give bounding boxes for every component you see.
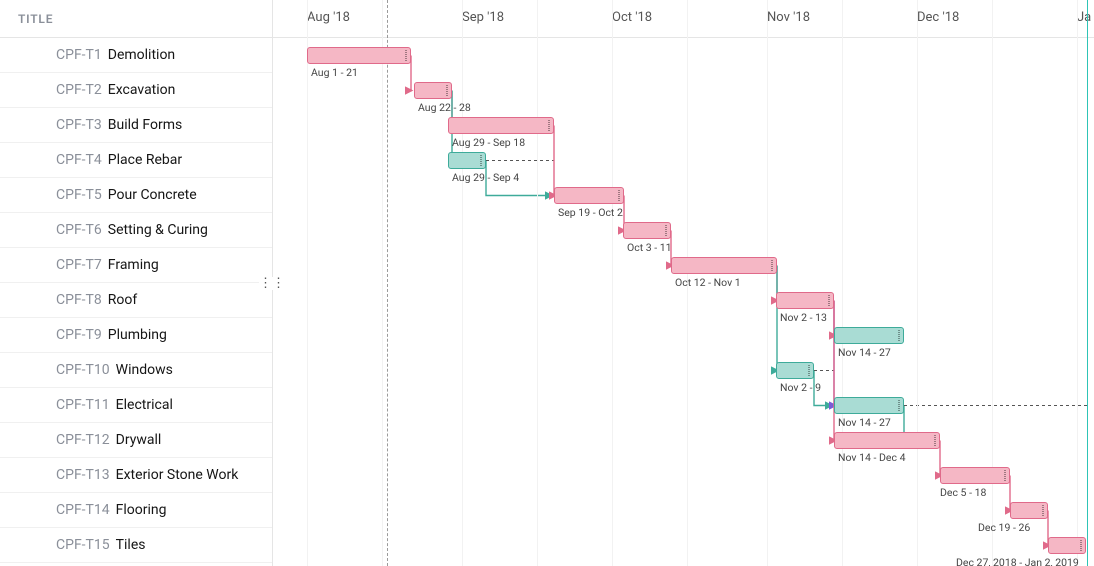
task-row[interactable]: CPF-T3 Build Forms (0, 108, 272, 143)
gantt-bar[interactable] (776, 292, 834, 309)
task-row[interactable]: CPF-T4 Place Rebar (0, 143, 272, 178)
gantt-bar[interactable] (307, 47, 411, 64)
task-key: CPF-T11 (56, 397, 110, 413)
gantt-bar[interactable] (834, 397, 904, 414)
task-name: Exterior Stone Work (116, 467, 239, 483)
task-row[interactable]: CPF-T15 Tiles (0, 528, 272, 563)
task-row[interactable]: CPF-T7 Framing (0, 248, 272, 283)
gantt-body[interactable]: Aug 1 - 21Aug 22 - 28Aug 29 - Sep 18Aug … (273, 38, 1094, 566)
task-key: CPF-T1 (56, 47, 102, 63)
gantt-bar[interactable] (448, 117, 554, 134)
task-key: CPF-T3 (56, 117, 102, 133)
task-name: Plumbing (108, 327, 167, 343)
task-row[interactable]: CPF-T2 Excavation (0, 73, 272, 108)
gantt-bar[interactable] (834, 432, 940, 449)
task-key: CPF-T2 (56, 82, 102, 98)
gantt-bar[interactable] (776, 362, 814, 379)
bar-resize-handle[interactable] (446, 85, 448, 96)
task-key: CPF-T14 (56, 502, 110, 518)
task-name: Drywall (116, 432, 162, 448)
task-name: Tiles (116, 537, 146, 553)
task-name: Roof (108, 292, 137, 308)
bar-resize-handle[interactable] (548, 120, 550, 131)
task-row[interactable]: CPF-T10 Windows (0, 353, 272, 388)
task-name: Framing (108, 257, 159, 273)
task-key: CPF-T13 (56, 467, 110, 483)
bar-resize-handle[interactable] (405, 50, 407, 61)
task-row[interactable]: CPF-T8 Roof (0, 283, 272, 318)
task-name: Build Forms (108, 117, 182, 133)
column-header-title-label: TITLE (18, 12, 53, 26)
gantt-bar[interactable] (1048, 537, 1086, 554)
task-key: CPF-T4 (56, 152, 102, 168)
bar-resize-handle[interactable] (1042, 505, 1044, 516)
task-row[interactable]: CPF-T1 Demolition (0, 38, 272, 73)
gantt-bar[interactable] (1010, 502, 1048, 519)
month-label: Sep '18 (462, 10, 504, 25)
task-key: CPF-T9 (56, 327, 102, 343)
task-name: Windows (116, 362, 173, 378)
task-name: Excavation (108, 82, 176, 98)
task-key: CPF-T5 (56, 187, 102, 203)
month-label: Aug '18 (307, 10, 350, 25)
task-name: Place Rebar (108, 152, 182, 168)
bar-resize-handle[interactable] (1080, 540, 1082, 551)
bar-resize-handle[interactable] (808, 365, 810, 376)
bar-resize-handle[interactable] (898, 330, 900, 341)
task-row[interactable]: CPF-T14 Flooring (0, 493, 272, 528)
bar-resize-handle[interactable] (934, 435, 936, 446)
task-row[interactable]: CPF-T11 Electrical (0, 388, 272, 423)
task-name: Demolition (108, 47, 175, 63)
month-label: Dec '18 (917, 10, 959, 25)
task-row[interactable]: CPF-T13 Exterior Stone Work (0, 458, 272, 493)
task-key: CPF-T15 (56, 537, 110, 553)
gantt-bar[interactable] (940, 467, 1010, 484)
task-key: CPF-T10 (56, 362, 110, 378)
task-row[interactable]: CPF-T12 Drywall (0, 423, 272, 458)
gantt-chart[interactable]: Aug '18 Sep '18 Oct '18 Nov '18 Dec '18 Ja Au… (273, 0, 1094, 566)
task-name: Electrical (116, 397, 173, 413)
month-label: Nov '18 (767, 10, 810, 25)
bar-resize-handle[interactable] (898, 400, 900, 411)
task-name: Flooring (116, 502, 167, 518)
task-list-sidebar: TITLE CPF-T1DemolitionCPF-T2ExcavationCP… (0, 0, 273, 566)
timeline-header[interactable]: Aug '18 Sep '18 Oct '18 Nov '18 Dec '18 Ja (273, 0, 1094, 38)
task-key: CPF-T6 (56, 222, 102, 238)
gantt-bar[interactable] (554, 187, 624, 204)
task-list: CPF-T1 Demolition CPF-T2 Excavation CPF-T3 Bu… (0, 38, 272, 563)
task-name: Setting & Curing (108, 222, 208, 238)
task-name: Pour Concrete (108, 187, 197, 203)
task-row[interactable]: CPF-T9 Plumbing (0, 318, 272, 353)
month-label: Ja (1077, 10, 1091, 25)
column-header-title[interactable]: TITLE (0, 0, 272, 38)
task-bars (273, 38, 1094, 566)
bar-resize-handle[interactable] (480, 155, 482, 166)
bar-resize-handle[interactable] (771, 260, 773, 271)
task-key: CPF-T7 (56, 257, 102, 273)
bar-resize-handle[interactable] (618, 190, 620, 201)
task-row[interactable]: CPF-T5 Pour Concrete (0, 178, 272, 213)
drag-handle-icon: ⋮⋮ (259, 277, 285, 290)
bar-resize-handle[interactable] (828, 295, 830, 306)
gantt-bar[interactable] (671, 257, 777, 274)
task-key: CPF-T12 (56, 432, 110, 448)
bar-resize-handle[interactable] (665, 225, 667, 236)
column-resize-handle[interactable]: ⋮⋮ (265, 0, 279, 566)
gantt-bar[interactable] (414, 82, 452, 99)
gantt-bar[interactable] (623, 222, 671, 239)
task-key: CPF-T8 (56, 292, 102, 308)
task-row[interactable]: CPF-T6 Setting & Curing (0, 213, 272, 248)
month-label: Oct '18 (612, 10, 652, 25)
bar-resize-handle[interactable] (1004, 470, 1006, 481)
gantt-bar[interactable] (448, 152, 486, 169)
gantt-bar[interactable] (834, 327, 904, 344)
